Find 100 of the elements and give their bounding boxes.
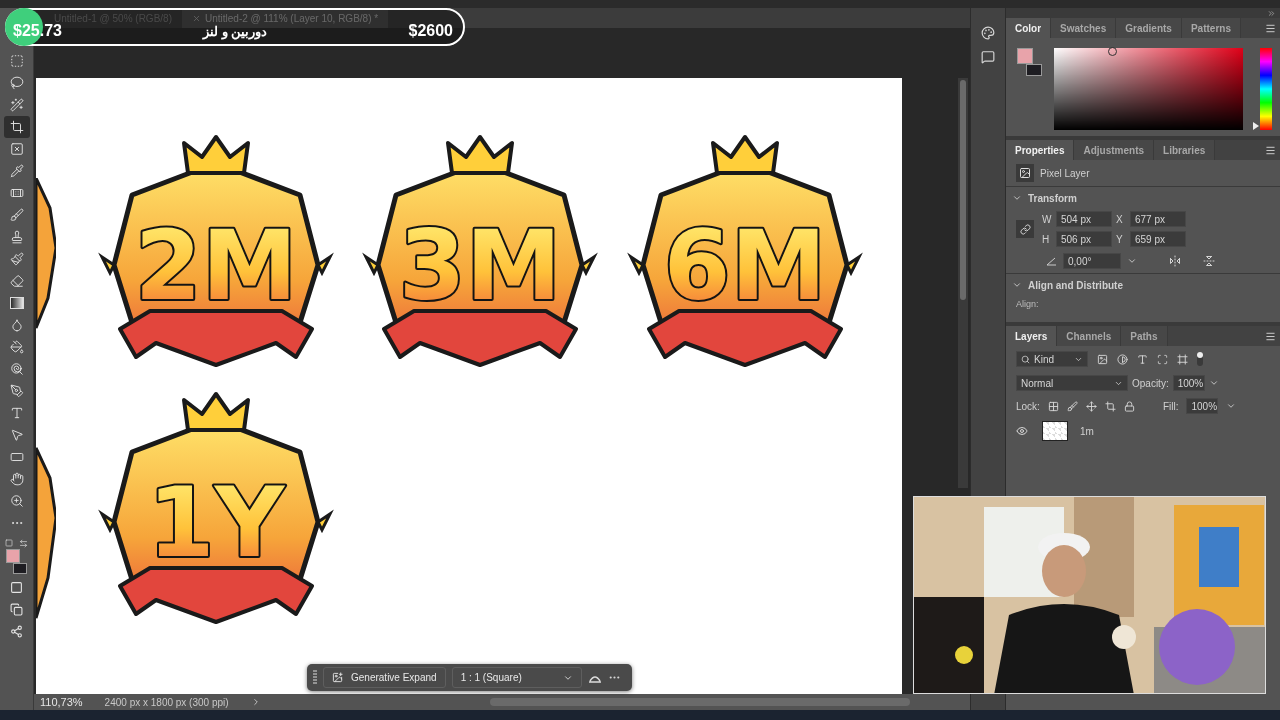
smart-object-filter-icon[interactable]: [1177, 353, 1188, 365]
crop-icon: [9, 120, 24, 134]
gradient-icon: [9, 297, 24, 309]
tool-button[interactable]: [3, 116, 30, 138]
panel-tab[interactable]: Swatches: [1051, 18, 1117, 38]
lock-artboard-icon[interactable]: [1104, 400, 1116, 412]
chevron-down-icon: [1012, 280, 1022, 290]
share-icon: [10, 624, 23, 638]
eyedropper-icon: [9, 164, 24, 178]
lollipop-icon: [9, 362, 24, 376]
section-header[interactable]: Align and Distribute: [1006, 274, 1280, 296]
panel-tab[interactable]: Paths: [1121, 326, 1168, 346]
banner-title: دوربین و لنز: [203, 23, 268, 39]
horizontal-scrollbar[interactable]: [490, 698, 910, 706]
layer-row[interactable]: 1m: [1006, 418, 1280, 444]
crossed-frame-icon: [9, 142, 24, 156]
foreground-swatch[interactable]: [1017, 48, 1033, 64]
angle-icon: [1046, 256, 1057, 266]
vertical-scrollbar[interactable]: [958, 78, 968, 488]
lock-pixels-icon[interactable]: [1047, 400, 1059, 412]
swap-icon[interactable]: [19, 538, 28, 548]
lasso-icon: [9, 76, 24, 90]
number-field[interactable]: 504 px: [1056, 211, 1112, 227]
badge-label: 3M: [398, 210, 562, 322]
type-filter-icon[interactable]: [1137, 353, 1148, 365]
adjustment-filter-icon[interactable]: [1117, 353, 1128, 365]
layer-thumbnail: [1042, 421, 1068, 441]
field-label: W: [1042, 213, 1052, 225]
stamp-icon: [9, 230, 24, 244]
dropdown-icon[interactable]: [1226, 401, 1237, 411]
number-field[interactable]: 659 px: [1130, 231, 1186, 247]
menu-icon[interactable]: [1265, 144, 1276, 156]
zoom-icon: [9, 494, 24, 508]
image-filter-icon[interactable]: [1097, 353, 1108, 365]
document-size: 2400 px x 1800 px (300 ppi): [104, 696, 229, 708]
panel-tab[interactable]: Properties: [1006, 140, 1075, 160]
hue-slider[interactable]: [1253, 48, 1272, 130]
bandage-icon: [9, 186, 24, 200]
lock-label: Lock:: [1016, 400, 1040, 412]
panel-tab[interactable]: Layers: [1006, 326, 1058, 346]
hue-slider-pointer[interactable]: [1253, 122, 1260, 130]
collapse-icon[interactable]: [1267, 8, 1276, 18]
default-colors-icon[interactable]: [5, 539, 13, 547]
badge-label: 1Y: [147, 467, 285, 579]
toggle-icon[interactable]: [1197, 352, 1203, 366]
dropdown-icon[interactable]: [1127, 256, 1137, 266]
flip-vertical-icon[interactable]: [1203, 255, 1215, 267]
link-icon[interactable]: [1019, 223, 1031, 235]
generative-expand-button[interactable]: Generative Expand: [323, 667, 446, 688]
type-icon: [9, 406, 24, 420]
angle-field[interactable]: 0,00°: [1063, 253, 1121, 269]
foreground-swatch[interactable]: [5, 549, 20, 563]
section-header[interactable]: Transform: [1006, 187, 1280, 209]
dropdown-icon[interactable]: [1208, 378, 1219, 388]
pen-icon: [9, 384, 24, 398]
end-amount: $2600: [408, 22, 453, 40]
screens-icon: [10, 602, 23, 616]
menu-icon[interactable]: [1265, 330, 1276, 342]
lock-position-icon[interactable]: [1085, 400, 1097, 412]
badge-label: 2M: [134, 210, 298, 322]
opacity-field[interactable]: 100%: [1172, 375, 1205, 391]
blend-mode-dropdown[interactable]: Normal: [1016, 375, 1128, 391]
brush-icon: [9, 208, 24, 222]
aspect-ratio-dropdown[interactable]: 1 : 1 (Square): [451, 667, 582, 688]
eye-icon[interactable]: [1016, 425, 1028, 437]
comment-icon[interactable]: [981, 50, 995, 64]
panel-tab[interactable]: Channels: [1057, 326, 1122, 346]
filter-dropdown[interactable]: Kind: [1016, 351, 1088, 367]
panel-tab[interactable]: Gradients: [1116, 18, 1182, 38]
flip-horizontal-icon[interactable]: [1169, 255, 1181, 267]
align-label: Align:: [1016, 299, 1039, 309]
layer-type: Pixel Layer: [1040, 167, 1090, 179]
lock-paint-icon[interactable]: [1066, 400, 1078, 412]
panel-tab[interactable]: Patterns: [1181, 18, 1241, 38]
image-icon: [1019, 167, 1031, 179]
menu-icon[interactable]: [1265, 22, 1276, 34]
pointer-icon: [9, 428, 24, 442]
panel-tab[interactable]: Color: [1006, 18, 1052, 38]
lock-icon[interactable]: [1123, 400, 1135, 412]
dashed-square-icon: [9, 54, 24, 68]
drag-handle-icon[interactable]: [313, 669, 317, 686]
hand-icon: [9, 472, 24, 486]
shape-filter-icon[interactable]: [1157, 353, 1168, 365]
paintbrush-icon: [9, 252, 24, 266]
search-icon: [1021, 354, 1030, 364]
panel-tab[interactable]: Adjustments: [1074, 140, 1155, 160]
field-label: Y: [1116, 233, 1124, 245]
background-swatch[interactable]: [12, 563, 27, 574]
color-field[interactable]: [1053, 48, 1244, 130]
background-swatch[interactable]: [1026, 64, 1042, 76]
number-field[interactable]: 677 px: [1130, 211, 1186, 227]
rectangle-icon: [9, 450, 24, 464]
image-plus-icon: [332, 672, 343, 683]
badge-label: 6M: [663, 210, 827, 322]
wand-icon: [9, 98, 24, 112]
palette-icon[interactable]: [981, 26, 995, 40]
fill-field[interactable]: 100%: [1186, 398, 1219, 414]
number-field[interactable]: 506 px: [1056, 231, 1112, 247]
chevron-down-icon: [1012, 193, 1022, 203]
panel-tab[interactable]: Libraries: [1154, 140, 1216, 160]
